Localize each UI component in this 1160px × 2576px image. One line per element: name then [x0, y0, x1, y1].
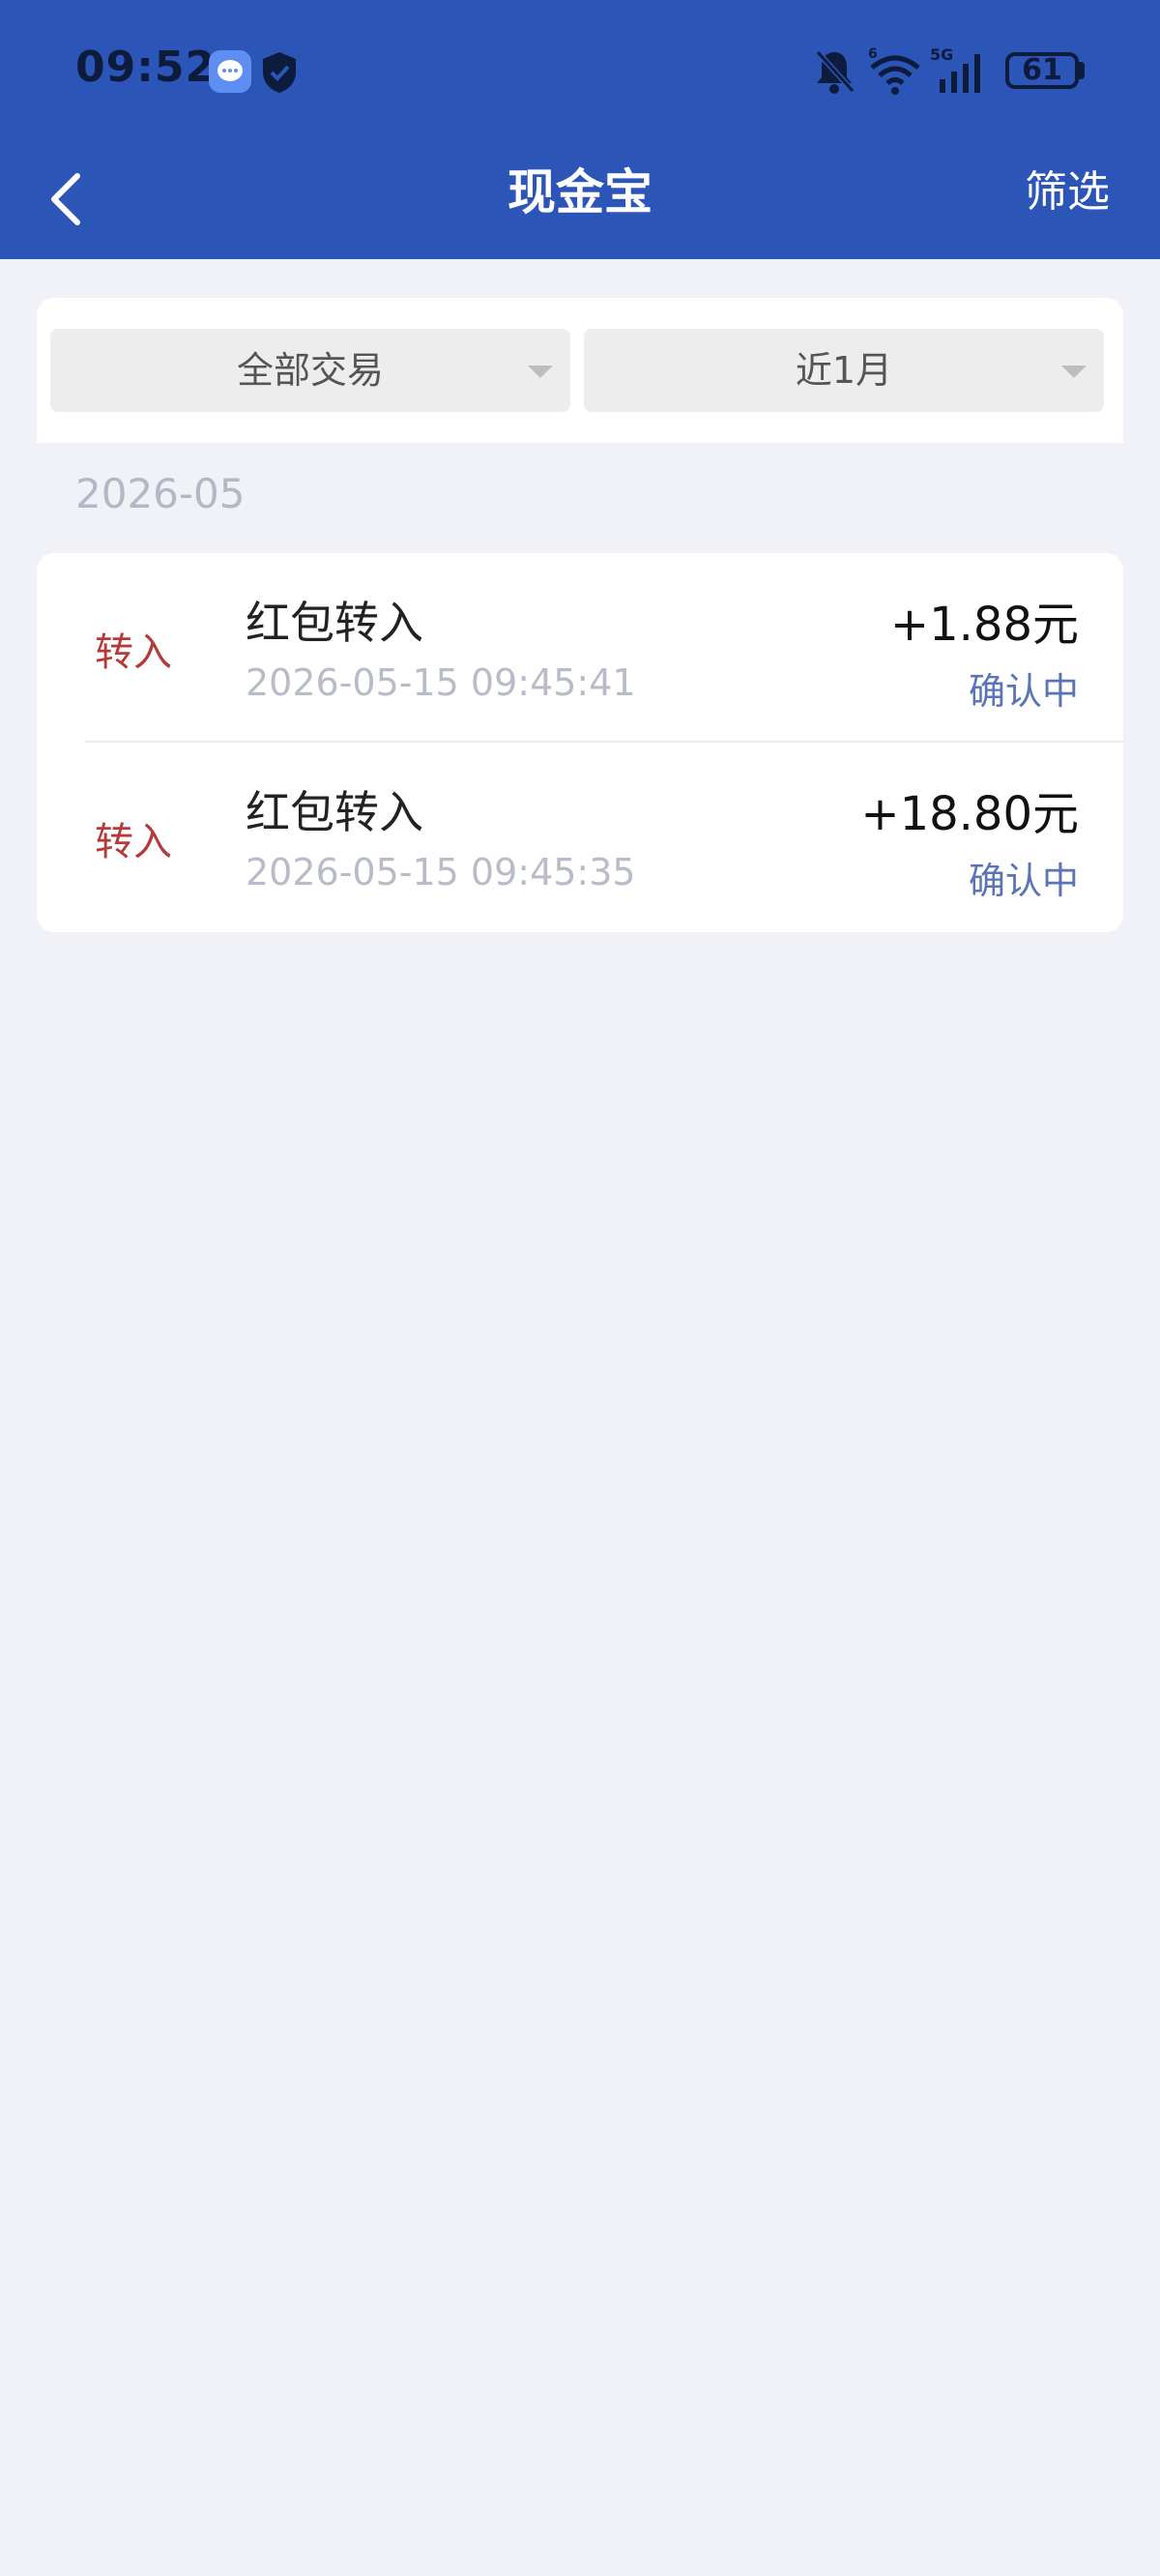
caret-down-icon: [528, 366, 553, 378]
transaction-time: 2026-05-15 09:45:41: [246, 661, 636, 704]
filter-button[interactable]: 筛选: [1025, 159, 1110, 226]
transaction-row[interactable]: 转入 红包转入 2026-05-15 09:45:41 +1.88元 确认中: [37, 553, 1123, 743]
wifi-icon: 6: [868, 46, 920, 95]
period-dropdown[interactable]: 近1月: [584, 329, 1104, 412]
battery-icon: 61: [1005, 52, 1079, 89]
transaction-type-label: 全部交易: [236, 349, 384, 392]
bell-muted-icon: [815, 49, 856, 94]
transaction-status: 确认中: [968, 860, 1079, 902]
battery-cap: [1079, 62, 1085, 79]
status-bar: 09:52 6 5G 61: [0, 0, 1160, 145]
transaction-name: 红包转入: [246, 786, 423, 838]
nav-bar: 现金宝 筛选: [0, 145, 1160, 259]
transaction-amount: +1.88元: [889, 598, 1079, 652]
filter-card: 全部交易 近1月: [37, 298, 1123, 443]
transaction-type: 转入: [95, 630, 172, 675]
page-title: 现金宝: [508, 164, 652, 220]
transaction-name: 红包转入: [246, 597, 423, 649]
transaction-row[interactable]: 转入 红包转入 2026-05-15 09:45:35 +18.80元 确认中: [37, 743, 1123, 932]
shield-icon: [263, 52, 296, 93]
month-header: 2026-05: [75, 470, 246, 517]
transaction-status: 确认中: [968, 670, 1079, 713]
battery-level: 61: [1022, 53, 1062, 87]
signal-5g-icon: 5G: [930, 45, 980, 93]
message-icon: [209, 50, 251, 93]
status-time: 09:52: [75, 43, 217, 92]
transaction-time: 2026-05-15 09:45:35: [246, 851, 636, 893]
app-header: 09:52 6 5G 61 现金宝 筛选: [0, 0, 1160, 259]
svg-text:6: 6: [868, 46, 878, 62]
period-label: 近1月: [795, 349, 893, 392]
transaction-list: 转入 红包转入 2026-05-15 09:45:41 +1.88元 确认中 转…: [37, 553, 1123, 932]
transaction-amount: +18.80元: [860, 787, 1079, 841]
svg-text:5G: 5G: [930, 45, 953, 64]
transaction-type: 转入: [95, 820, 172, 864]
caret-down-icon: [1061, 366, 1087, 378]
transaction-type-dropdown[interactable]: 全部交易: [50, 329, 570, 412]
